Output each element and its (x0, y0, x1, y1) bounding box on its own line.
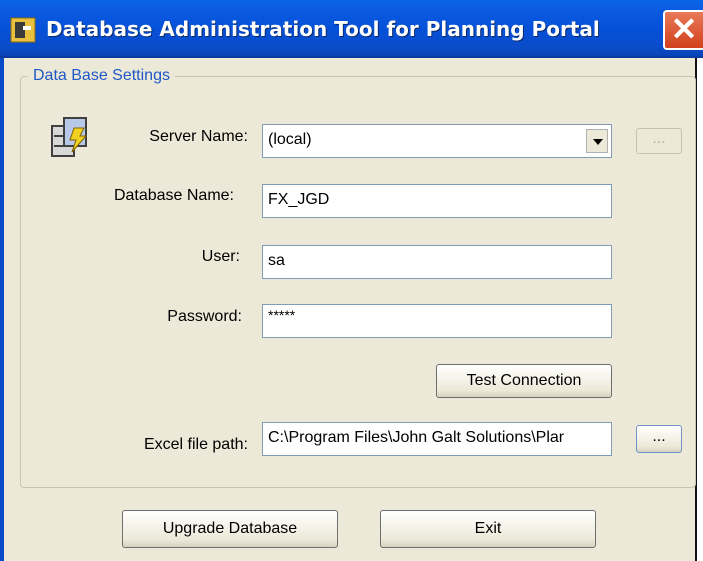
database-name-field[interactable]: FX_JGD (262, 184, 612, 218)
exit-label: Exit (474, 520, 502, 537)
window-title: Database Administration Tool for Plannin… (46, 17, 600, 41)
window-edge-right (697, 58, 703, 561)
browse-server-button[interactable]: ... (636, 128, 682, 154)
upgrade-database-label: Upgrade Database (162, 520, 298, 537)
password-field[interactable]: ***** (262, 304, 612, 338)
excel-path-field[interactable]: C:\Program Files\John Galt Solutions\Pla… (262, 422, 612, 456)
chevron-down-icon[interactable] (586, 129, 608, 153)
window-border-left (0, 58, 4, 561)
app-logo-icon (10, 17, 36, 43)
password-label: Password: (167, 308, 242, 325)
test-connection-button[interactable]: Test Connection (436, 364, 612, 398)
close-icon: ✕ (670, 11, 698, 47)
user-field[interactable]: sa (262, 245, 612, 279)
browse-excel-label: ... (652, 428, 666, 445)
database-name-label: Database Name: (113, 187, 234, 204)
password-value: ***** (268, 307, 296, 323)
browse-excel-button[interactable]: ... (636, 425, 682, 453)
user-value: sa (268, 252, 285, 269)
user-label: User: (201, 248, 240, 265)
server-name-combobox[interactable]: (local) (262, 124, 612, 158)
close-button[interactable]: ✕ (663, 10, 703, 50)
browse-server-label: ... (652, 130, 666, 147)
server-name-value: (local) (268, 131, 312, 148)
title-bar[interactable]: Database Administration Tool for Plannin… (0, 0, 703, 58)
server-name-label: Server Name: (149, 128, 248, 145)
test-connection-label: Test Connection (466, 372, 582, 389)
dialog-window: Database Administration Tool for Plannin… (0, 0, 703, 561)
excel-path-label: Excel file path: (143, 436, 248, 453)
group-legend: Data Base Settings (28, 67, 175, 85)
excel-path-value: C:\Program Files\John Galt Solutions\Pla… (268, 429, 565, 446)
database-name-value: FX_JGD (268, 191, 330, 208)
exit-button[interactable]: Exit (380, 510, 596, 548)
database-server-icon (51, 117, 88, 157)
upgrade-database-button[interactable]: Upgrade Database (122, 510, 338, 548)
